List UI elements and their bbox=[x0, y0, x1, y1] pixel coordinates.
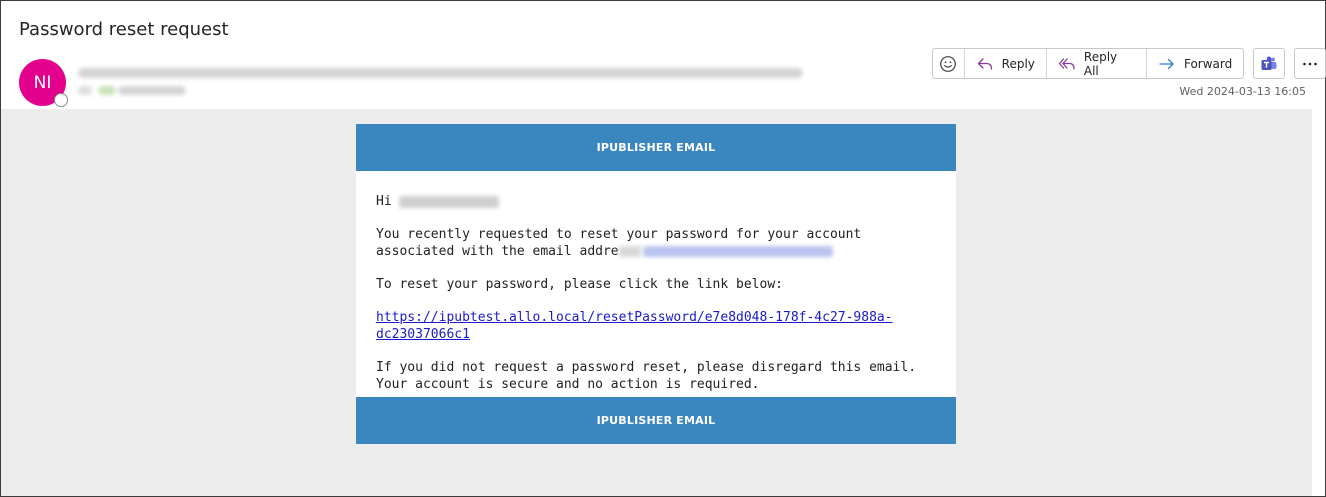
action-button-group: Reply Reply All Forward bbox=[932, 48, 1245, 79]
reply-label: Reply bbox=[1001, 56, 1035, 71]
reply-all-button[interactable]: Reply All bbox=[1047, 49, 1147, 78]
forward-label: Forward bbox=[1183, 56, 1233, 71]
reset-password-link[interactable]: https://ipubtest.allo.local/resetPasswor… bbox=[376, 310, 893, 342]
email-subject: Password reset request bbox=[19, 19, 229, 40]
forward-button[interactable]: Forward bbox=[1147, 49, 1243, 78]
sender-address-redacted bbox=[78, 68, 803, 78]
email-card: IPUBLISHER EMAIL Hi You recently request… bbox=[356, 124, 956, 444]
scrollbar[interactable] bbox=[1312, 109, 1325, 496]
presence-status-icon bbox=[54, 93, 68, 107]
request-paragraph: You recently requested to reset your pas… bbox=[376, 226, 936, 260]
greeting-line: Hi bbox=[376, 193, 936, 210]
recipient-prefix-redacted bbox=[78, 86, 92, 95]
link-paragraph: https://ipubtest.allo.local/resetPasswor… bbox=[376, 309, 936, 343]
ellipsis-icon bbox=[1301, 55, 1319, 73]
reply-all-icon bbox=[1058, 55, 1076, 73]
react-button[interactable] bbox=[933, 49, 965, 78]
redacted-text bbox=[618, 246, 641, 257]
forward-arrow-icon bbox=[1158, 55, 1176, 73]
teams-button[interactable] bbox=[1253, 48, 1286, 79]
email-content: Hi You recently requested to reset your … bbox=[356, 171, 956, 397]
reply-button[interactable]: Reply bbox=[965, 49, 1047, 78]
instruction-paragraph: To reset your password, please click the… bbox=[376, 277, 783, 292]
email-link-redacted[interactable] bbox=[642, 246, 833, 257]
more-actions-button[interactable] bbox=[1294, 48, 1326, 79]
teams-icon bbox=[1260, 55, 1278, 73]
reply-icon bbox=[976, 55, 994, 73]
avatar-initials: NI bbox=[33, 72, 52, 93]
greeting-text: Hi bbox=[376, 194, 392, 209]
footer-banner: IPUBLISHER EMAIL bbox=[356, 397, 956, 444]
header-banner: IPUBLISHER EMAIL bbox=[356, 124, 956, 171]
smiley-icon bbox=[939, 55, 957, 73]
recipient-name-redacted bbox=[399, 195, 500, 208]
disclaimer-paragraph: If you did not request a password reset,… bbox=[376, 360, 917, 392]
recipient-name-redacted bbox=[118, 86, 186, 95]
received-timestamp: Wed 2024-03-13 16:05 bbox=[1179, 85, 1306, 98]
reply-all-label: Reply All bbox=[1083, 49, 1118, 78]
recipient-tag-redacted bbox=[98, 86, 116, 95]
message-toolbar: Reply Reply All Forward bbox=[932, 48, 1326, 79]
